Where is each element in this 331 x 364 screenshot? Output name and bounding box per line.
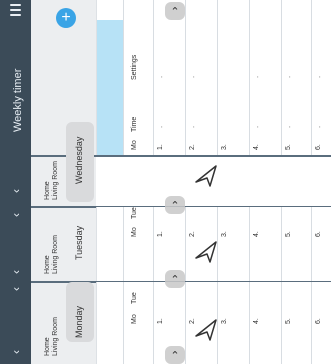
row-number: 3.	[221, 231, 228, 237]
scroll-up-button[interactable]: ⌃	[165, 2, 185, 20]
chevron-up-icon: ⌃	[170, 199, 180, 212]
cell-placeholder: -	[191, 125, 198, 128]
row-number: 4.	[253, 318, 260, 324]
row-number: 5.	[285, 231, 292, 237]
cell-placeholder: -	[255, 125, 262, 128]
row-number: 2.	[189, 144, 196, 150]
row-number: 4.	[253, 231, 260, 237]
timer-table: Mo Time Settings 1. 2. 3. 4. 5. 6. - - -…	[96, 0, 331, 155]
chevron-left-icon[interactable]: ‹	[9, 208, 23, 222]
scroll-up-button[interactable]: ⌃	[165, 196, 185, 214]
scroll-up-button[interactable]: ⌃	[165, 270, 185, 288]
sidebar: Weekly timer ‹ ‹ ‹ ‹ ‹	[0, 0, 31, 364]
scroll-up-button[interactable]: ⌃	[165, 346, 185, 364]
day-label: Tuesday	[74, 225, 84, 260]
chevron-up-icon: ⌃	[170, 273, 180, 286]
highlight-column	[97, 20, 123, 155]
page-title: Weekly timer	[12, 68, 24, 132]
chevron-up-icon: ⌃	[170, 349, 180, 362]
cell-placeholder: -	[159, 125, 166, 128]
cell-placeholder: -	[287, 75, 294, 78]
cell-placeholder: -	[191, 75, 198, 78]
day-label: Monday	[74, 305, 84, 338]
row-number: 1.	[157, 231, 164, 237]
pointer-cursor-icon	[195, 241, 217, 263]
column-header: Mo	[131, 227, 138, 237]
column-header: Mo	[131, 140, 138, 150]
column-header: Time	[131, 116, 138, 132]
column-header: Tue	[131, 292, 138, 304]
day-label: Wednesday	[74, 137, 84, 184]
add-button[interactable]: +	[56, 8, 76, 28]
row-number: 2.	[189, 231, 196, 237]
column-header: Settings	[131, 54, 138, 80]
row-number: 3.	[221, 144, 228, 150]
column-header: Mo	[131, 314, 138, 324]
chevron-left-icon[interactable]: ‹	[9, 345, 23, 359]
cell-placeholder: -	[287, 125, 294, 128]
cell-placeholder: -	[317, 125, 324, 128]
row-number: 6.	[315, 144, 322, 150]
pointer-cursor-icon	[195, 319, 217, 341]
menu-icon[interactable]	[10, 4, 21, 16]
row-number: 4.	[253, 144, 260, 150]
cell-placeholder: -	[159, 75, 166, 78]
row-number: 6.	[315, 318, 322, 324]
chevron-up-icon: ⌃	[170, 5, 180, 18]
chevron-left-icon[interactable]: ‹	[9, 282, 23, 296]
row-number: 3.	[221, 318, 228, 324]
chevron-left-icon[interactable]: ‹	[9, 184, 23, 198]
row-number: 5.	[285, 144, 292, 150]
row-number: 1.	[157, 144, 164, 150]
row-number: 6.	[315, 231, 322, 237]
home-label: Home Living Room	[44, 161, 59, 200]
cell-placeholder: -	[255, 75, 262, 78]
column-header: Tue	[131, 207, 138, 219]
row-number: 1.	[157, 318, 164, 324]
plus-icon: +	[61, 9, 71, 26]
row-number: 5.	[285, 318, 292, 324]
chevron-left-icon[interactable]: ‹	[9, 265, 23, 279]
home-label: Home Living Room	[44, 317, 59, 356]
home-label: Home Living Room	[44, 235, 59, 274]
cell-placeholder: -	[317, 75, 324, 78]
pointer-cursor-icon	[195, 165, 217, 187]
